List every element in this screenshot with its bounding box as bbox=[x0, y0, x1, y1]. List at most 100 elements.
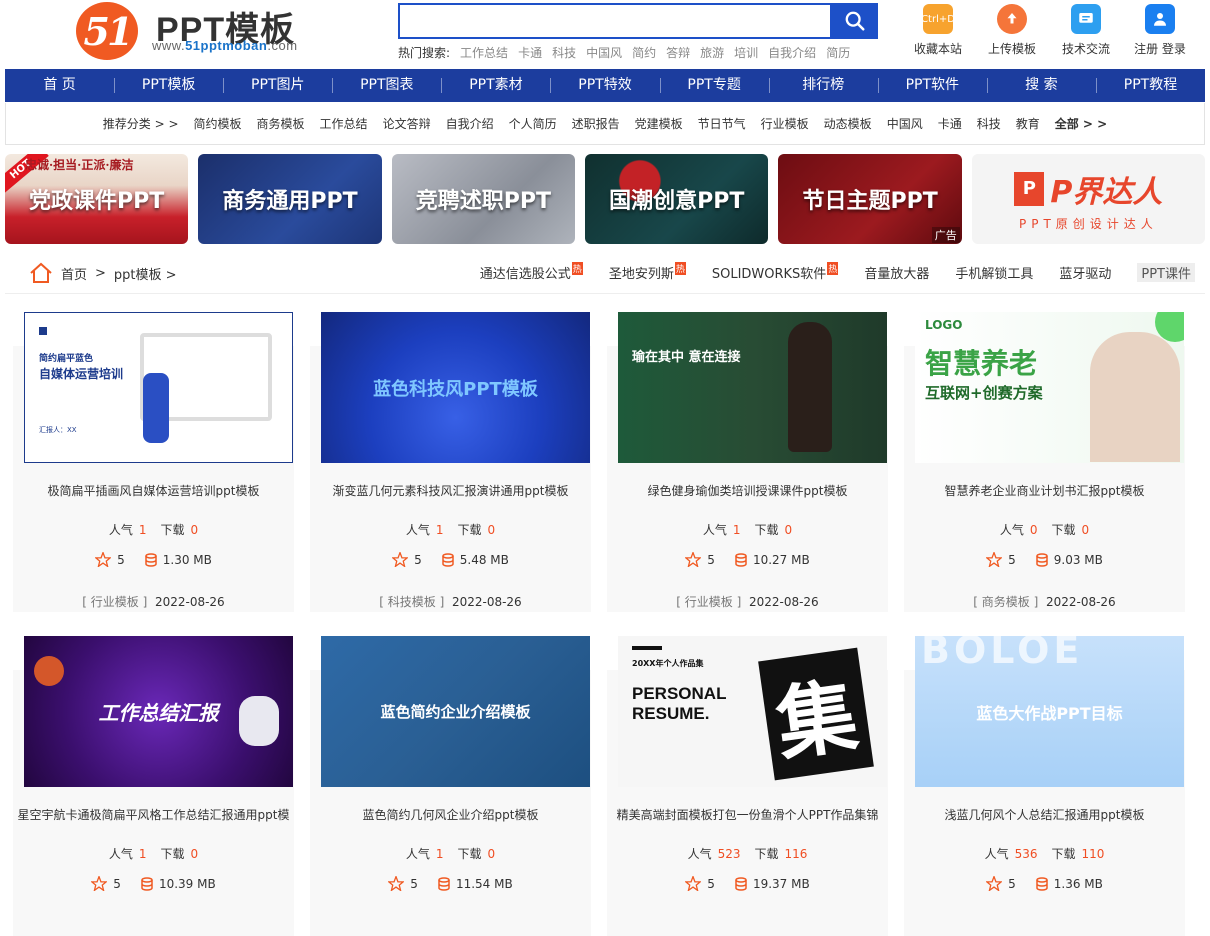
quick-link[interactable]: 圣地安列斯热 bbox=[609, 262, 686, 282]
template-card[interactable]: LOGO 智慧养老 互联网+创赛方案 智慧养老企业商业计划书汇报ppt模板 人气… bbox=[904, 301, 1185, 612]
category-all-link[interactable]: 全部 > > bbox=[1055, 115, 1107, 132]
category-item[interactable]: 动态模板 bbox=[824, 115, 872, 132]
template-thumbnail[interactable]: 蓝色简约企业介绍模板 bbox=[321, 636, 590, 787]
hot-keyword[interactable]: 自我介绍 bbox=[768, 44, 816, 61]
quick-link[interactable]: 音量放大器 bbox=[864, 263, 929, 282]
template-card[interactable]: 20XX年个人作品集 PERSONAL RESUME. 集 精美高端封面模板打包… bbox=[607, 625, 888, 936]
template-stats: 人气 0 下载 0 bbox=[999, 523, 1090, 537]
pjr-subtitle: PPT原创设计达人 bbox=[1018, 216, 1158, 231]
hot-keyword[interactable]: 旅游 bbox=[700, 44, 724, 61]
quick-link[interactable]: SOLIDWORKS软件热 bbox=[712, 262, 839, 282]
template-meta: 5 1.30 MB bbox=[13, 552, 294, 567]
template-category[interactable]: 行业模板 bbox=[91, 595, 139, 609]
nav-ppt-charts[interactable]: PPT图表 bbox=[332, 69, 441, 102]
nav-home[interactable]: 首 页 bbox=[5, 69, 114, 102]
template-category[interactable]: 商务模板 bbox=[982, 595, 1030, 609]
category-item[interactable]: 教育 bbox=[1016, 115, 1040, 132]
template-title[interactable]: 星空宇航卡通极简扁平风格工作总结汇报通用ppt模 bbox=[13, 806, 294, 823]
category-item[interactable]: 自我介绍 bbox=[446, 115, 494, 132]
template-title[interactable]: 绿色健身瑜伽类培训授课课件ppt模板 bbox=[607, 482, 888, 499]
template-category[interactable]: 行业模板 bbox=[685, 595, 733, 609]
category-item[interactable]: 工作总结 bbox=[320, 115, 368, 132]
category-item[interactable]: 科技 bbox=[977, 115, 1001, 132]
banner-business[interactable]: 商务通用PPT bbox=[198, 154, 382, 244]
main-nav: 首 页 PPT模板 PPT图片 PPT图表 PPT素材 PPT特效 PPT专题 … bbox=[5, 69, 1205, 102]
hot-keyword[interactable]: 工作总结 bbox=[460, 44, 508, 61]
banner-competition[interactable]: 竞聘述职PPT bbox=[391, 154, 576, 244]
tech-exchange-button[interactable]: 技术交流 bbox=[1056, 4, 1116, 57]
template-tagline: [ 行业模板 ] 2022-08-26 bbox=[676, 595, 819, 609]
upload-button[interactable]: 上传模板 bbox=[982, 4, 1042, 57]
nav-ppt-images[interactable]: PPT图片 bbox=[223, 69, 332, 102]
template-card[interactable]: 简约扁平蓝色 自媒体运营培训 汇报人：XX 极简扁平插画风自媒体运营培训ppt模… bbox=[13, 301, 294, 612]
category-item[interactable]: 商务模板 bbox=[257, 115, 305, 132]
template-card[interactable]: BOLOE 蓝色大作战PPT目标 浅蓝几何风个人总结汇报通用ppt模板 人气 53… bbox=[904, 625, 1185, 936]
template-card[interactable]: 蓝色简约企业介绍模板 蓝色简约几何风企业介绍ppt模板 人气 1 下载 0 5 11.… bbox=[310, 625, 591, 936]
banner-pjr-ad[interactable]: P P界达人 PPT原创设计达人 bbox=[971, 154, 1205, 244]
template-title[interactable]: 蓝色简约几何风企业介绍ppt模板 bbox=[310, 806, 591, 823]
search-button[interactable] bbox=[832, 3, 878, 39]
search-bar bbox=[398, 3, 878, 39]
template-thumbnail[interactable]: 蓝色科技风PPT模板 bbox=[321, 312, 590, 463]
category-item[interactable]: 简约模板 bbox=[194, 115, 242, 132]
quick-link[interactable]: PPT课件 bbox=[1137, 263, 1195, 282]
template-category[interactable]: 科技模板 bbox=[388, 595, 436, 609]
hot-keyword[interactable]: 卡通 bbox=[518, 44, 542, 61]
template-title[interactable]: 极简扁平插画风自媒体运营培训ppt模板 bbox=[13, 482, 294, 499]
site-logo[interactable]: 51 PPT模板 www.51pptmoban.com bbox=[76, 0, 308, 62]
nav-ppt-software[interactable]: PPT软件 bbox=[877, 69, 987, 102]
category-item[interactable]: 个人简历 bbox=[509, 115, 557, 132]
breadcrumb-current[interactable]: ppt模板 > bbox=[114, 264, 177, 283]
template-stats: 人气 1 下载 0 bbox=[405, 847, 496, 861]
decor-bar-icon bbox=[632, 646, 662, 650]
category-item[interactable]: 节日节气 bbox=[698, 115, 746, 132]
template-title[interactable]: 精美高端封面模板打包一份鱼滑个人PPT作品集锦 bbox=[607, 806, 888, 823]
hot-keyword[interactable]: 简约 bbox=[632, 44, 656, 61]
search-input[interactable] bbox=[398, 3, 832, 39]
banner-party-courseware[interactable]: HOT 忠诚·担当·正派·廉洁 党政课件PPT bbox=[5, 154, 189, 244]
login-button[interactable]: 注册 登录 bbox=[1130, 4, 1190, 57]
hot-keyword[interactable]: 培训 bbox=[734, 44, 758, 61]
star-icon bbox=[685, 876, 702, 891]
quick-link[interactable]: 通达信选股公式热 bbox=[480, 262, 583, 282]
template-card[interactable]: 瑜在其中 意在连接 绿色健身瑜伽类培训授课课件ppt模板 人气 1 下载 0 5 10… bbox=[607, 301, 888, 612]
category-item[interactable]: 述职报告 bbox=[572, 115, 620, 132]
bookmark-button[interactable]: Ctrl+D 收藏本站 bbox=[908, 4, 968, 57]
template-card[interactable]: 蓝色科技风PPT模板 渐变蓝几何元素科技风汇报演讲通用ppt模板 人气 1 下载 0 … bbox=[310, 301, 591, 612]
nav-ppt-templates[interactable]: PPT模板 bbox=[114, 69, 223, 102]
hot-keyword[interactable]: 简历 bbox=[826, 44, 850, 61]
category-item[interactable]: 论文答辩 bbox=[383, 115, 431, 132]
template-meta: 5 10.39 MB bbox=[13, 876, 294, 891]
template-thumbnail[interactable]: 20XX年个人作品集 PERSONAL RESUME. 集 bbox=[618, 636, 887, 787]
template-title[interactable]: 浅蓝几何风个人总结汇报通用ppt模板 bbox=[904, 806, 1185, 823]
quick-link[interactable]: 手机解锁工具 bbox=[955, 263, 1033, 282]
category-item[interactable]: 党建模板 bbox=[635, 115, 683, 132]
template-title[interactable]: 渐变蓝几何元素科技风汇报演讲通用ppt模板 bbox=[310, 482, 591, 499]
template-card[interactable]: 工作总结汇报 星空宇航卡通极简扁平风格工作总结汇报通用ppt模 人气 1 下载 0 5… bbox=[13, 625, 294, 936]
category-item[interactable]: 卡通 bbox=[938, 115, 962, 132]
category-item[interactable]: 中国风 bbox=[887, 115, 923, 132]
banner-festival[interactable]: 节日主题PPT 广告 bbox=[778, 154, 962, 244]
nav-ppt-topics[interactable]: PPT专题 bbox=[659, 69, 769, 102]
nav-ppt-effects[interactable]: PPT特效 bbox=[550, 69, 659, 102]
nav-ppt-tutorials[interactable]: PPT教程 bbox=[1095, 69, 1205, 102]
template-title[interactable]: 智慧养老企业商业计划书汇报ppt模板 bbox=[904, 482, 1185, 499]
template-stats: 人气 1 下载 0 bbox=[405, 523, 496, 537]
hot-keyword[interactable]: 科技 bbox=[552, 44, 576, 61]
quick-link[interactable]: 蓝牙驱动 bbox=[1059, 263, 1111, 282]
template-thumbnail[interactable]: LOGO 智慧养老 互联网+创赛方案 bbox=[915, 312, 1184, 463]
template-thumbnail[interactable]: BOLOE 蓝色大作战PPT目标 bbox=[915, 636, 1184, 787]
banner-guochao[interactable]: 国潮创意PPT bbox=[585, 154, 769, 244]
star-icon bbox=[91, 876, 108, 891]
template-thumbnail[interactable]: 瑜在其中 意在连接 bbox=[618, 312, 887, 463]
template-thumbnail[interactable]: 工作总结汇报 bbox=[24, 636, 293, 787]
breadcrumb-home[interactable]: 首页 bbox=[61, 264, 87, 283]
template-thumbnail[interactable]: 简约扁平蓝色 自媒体运营培训 汇报人：XX bbox=[24, 312, 293, 463]
nav-search[interactable]: 搜 索 bbox=[986, 69, 1096, 102]
hot-keyword[interactable]: 答辩 bbox=[666, 44, 690, 61]
hot-keyword[interactable]: 中国风 bbox=[586, 44, 622, 61]
category-item[interactable]: 行业模板 bbox=[761, 115, 809, 132]
nav-ranking[interactable]: 排行榜 bbox=[768, 69, 878, 102]
nav-ppt-materials[interactable]: PPT素材 bbox=[441, 69, 550, 102]
header: 51 PPT模板 www.51pptmoban.com 热门搜索: 工作总结 卡… bbox=[0, 0, 1210, 68]
